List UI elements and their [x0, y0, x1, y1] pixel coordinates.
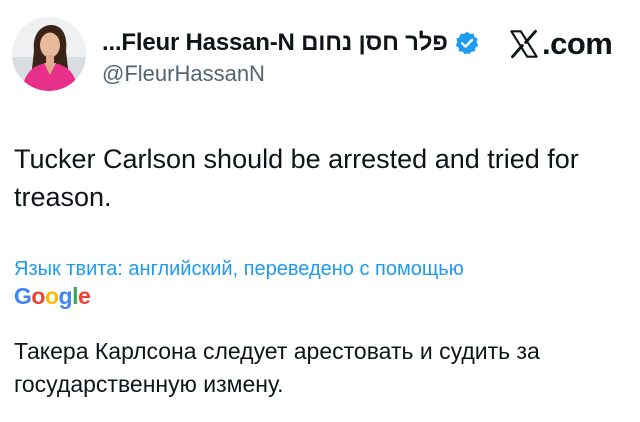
- x-logo-icon: [508, 28, 540, 60]
- avatar-photo: [12, 17, 86, 91]
- google-logo-letter: o: [44, 283, 59, 309]
- verified-badge-icon: [454, 30, 480, 56]
- google-logo: Google: [14, 281, 91, 311]
- translation-note[interactable]: Язык твита: английский, переведено с пом…: [14, 256, 634, 282]
- translated-tweet-text: Такера Карлсона следует арестовать и суд…: [14, 338, 540, 397]
- google-logo-letter: o: [31, 283, 45, 309]
- google-logo-letter: G: [14, 283, 32, 309]
- google-logo-letter: g: [58, 283, 73, 309]
- tweet-card: ...Fleur Hassan-N פלר חסן נחום @FleurHas…: [0, 0, 640, 422]
- google-logo-letter: e: [77, 283, 91, 309]
- author-handle[interactable]: @FleurHassanN: [102, 61, 265, 87]
- author-display-name[interactable]: ...Fleur Hassan-N פלר חסן נחום: [102, 29, 448, 57]
- tweet-text: Tucker Carlson should be arrested and tr…: [14, 144, 579, 212]
- platform-logo: .com: [508, 24, 613, 64]
- platform-domain-suffix: .com: [542, 26, 613, 61]
- author-name-row: ...Fleur Hassan-N פלר חסן נחום: [102, 26, 480, 60]
- avatar[interactable]: [12, 17, 86, 91]
